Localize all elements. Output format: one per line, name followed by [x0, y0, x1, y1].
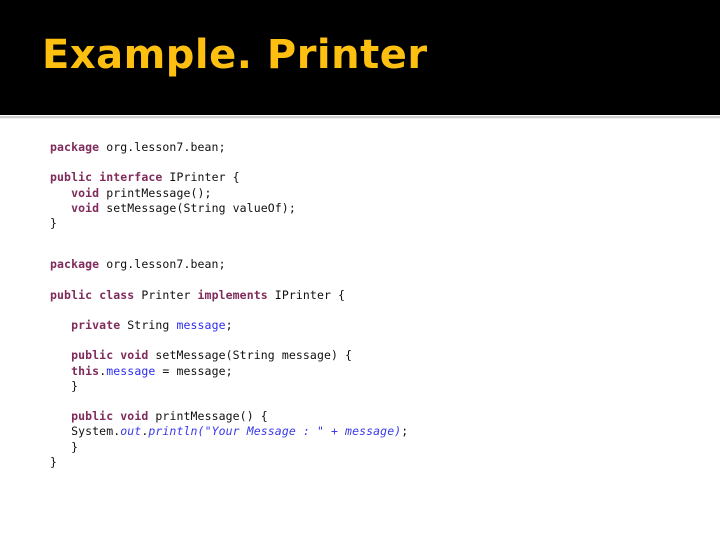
code-token-kw: package [50, 140, 100, 154]
code-token-plain: org.lesson7.bean; [99, 140, 226, 154]
code-token-plain: IPrinter { [267, 287, 346, 302]
code-line: public void printMessage() { [50, 409, 690, 424]
code-token-str: "Your Message : " [204, 424, 324, 439]
code-token-plain: IPrinter { [162, 170, 240, 185]
code-token-kw: private [71, 317, 121, 332]
code-token-plain: = message; [155, 363, 233, 378]
code-token-kw: public [50, 170, 93, 185]
code-token-plain: } [50, 454, 58, 469]
code-line: void setMessage(String valueOf); [50, 201, 690, 216]
code-line: } [50, 379, 690, 394]
page-title: Example. Printer [42, 32, 428, 78]
code-block-iprinter-interface: package org.lesson7.bean; public interfac… [50, 140, 690, 231]
code-token-kw: public [71, 348, 114, 363]
code-token-plain: org.lesson7.bean; [99, 257, 226, 272]
code-token-kw: this [71, 363, 100, 378]
code-line: public interface IPrinter { [50, 170, 690, 185]
slide: Example. Printer package org.lesson7.bea… [0, 0, 720, 540]
code-token-plain: ; [225, 317, 233, 332]
code-token-kw: void [120, 348, 149, 363]
code-line: public class Printer implements IPrinter… [50, 288, 690, 303]
code-token-plain: } [50, 439, 79, 454]
code-token-kw: class [99, 287, 135, 302]
code-line: package org.lesson7.bean; [50, 257, 690, 272]
code-block-printer-class: package org.lesson7.bean; public class Pr… [50, 257, 690, 470]
code-area: package org.lesson7.bean; public interfac… [50, 140, 690, 470]
code-token-kw: void [120, 409, 149, 424]
code-line: } [50, 440, 690, 455]
code-line: } [50, 455, 690, 470]
code-token-plain: ; [401, 424, 409, 439]
code-line: } [50, 216, 690, 231]
code-token-str: println( [148, 424, 205, 439]
code-token-field: message [176, 317, 226, 332]
code-token-plain: printMessage(); [99, 185, 212, 200]
code-token-kw: implements [197, 287, 268, 302]
code-line: public void setMessage(String message) { [50, 348, 690, 363]
code-token-kw: interface [99, 170, 163, 185]
code-token-kw: void [71, 185, 100, 200]
header-divider-rule [0, 115, 720, 119]
code-token-plain: System. [50, 424, 121, 439]
code-token-kw: package [50, 257, 100, 272]
code-token-field: message [106, 363, 156, 378]
code-line: this.message = message; [50, 364, 690, 379]
code-token-plain: setMessage(String message) { [148, 348, 353, 363]
code-line: System.out.println("Your Message : " + m… [50, 424, 690, 439]
code-token-plain: } [50, 378, 79, 393]
code-line: package org.lesson7.bean; [50, 140, 690, 155]
code-token-kw: public [71, 409, 114, 424]
code-token-str: + [323, 424, 346, 439]
code-token-plain: } [50, 216, 58, 230]
code-token-str: message) [345, 424, 402, 439]
code-token-plain: Printer [134, 287, 198, 302]
code-line: void printMessage(); [50, 186, 690, 201]
code-token-plain: String [120, 317, 177, 332]
code-token-kw: public [50, 287, 93, 302]
code-token-plain: printMessage() { [148, 409, 268, 424]
code-line: private String message; [50, 318, 690, 333]
code-token-plain: setMessage(String valueOf); [99, 200, 296, 215]
code-token-kw: void [71, 200, 100, 215]
code-token-static: out [120, 424, 142, 439]
